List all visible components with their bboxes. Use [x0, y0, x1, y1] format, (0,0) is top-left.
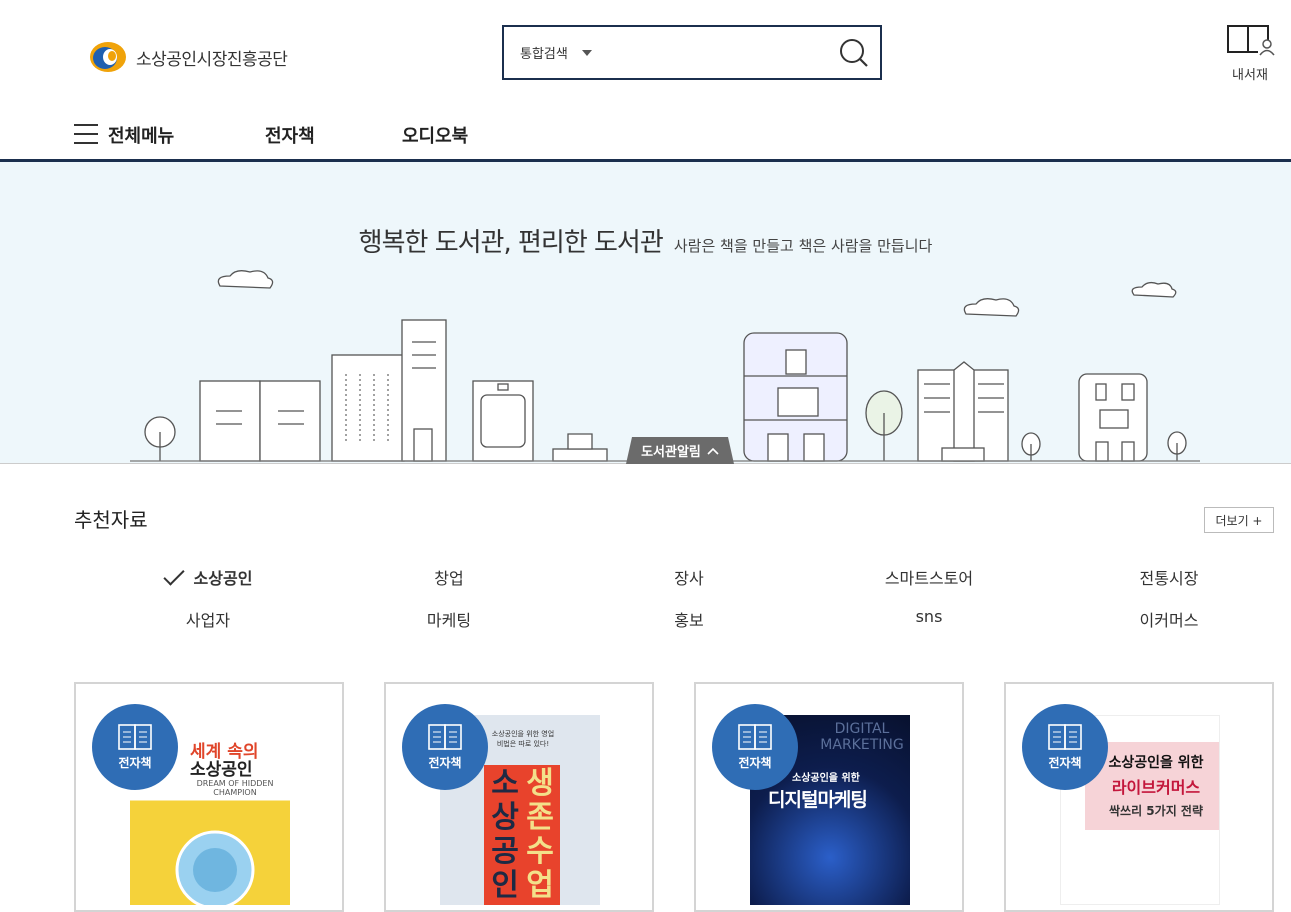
- book-icon: [118, 723, 152, 750]
- cover-subtitle: 싹쓰리 5가지 전략: [1109, 804, 1203, 818]
- logo-text: 소상공인시장진흥공단: [136, 49, 288, 70]
- check-icon: [162, 564, 185, 586]
- book-card[interactable]: 소상공인을 위한 영업 비법은 따로 있다! 생존수업 소상공인 전자책: [384, 682, 654, 912]
- category-tab[interactable]: 창업: [369, 565, 529, 589]
- notice-tab-label: 도서관알림: [641, 445, 701, 460]
- search-icon: [840, 38, 868, 67]
- category-tab[interactable]: 소상공인: [128, 564, 288, 589]
- search-input[interactable]: [596, 27, 828, 78]
- cover-subtitle: DIGITAL MARKETING: [820, 721, 904, 753]
- library-notice-tab[interactable]: 도서관알림: [626, 437, 734, 464]
- search-scope-select[interactable]: 통합검색: [504, 43, 596, 62]
- ebook-badge: 전자책: [92, 704, 178, 790]
- category-tab[interactable]: 마케팅: [369, 607, 529, 631]
- cover-title-2: 라이브커머스: [1111, 778, 1201, 797]
- cover-title-2: 소상공인을 위한: [792, 773, 860, 784]
- book-card[interactable]: DIGITAL MARKETING 소상공인을 위한 디지털마케팅 전자책: [694, 682, 964, 912]
- category-tab[interactable]: sns: [849, 607, 1009, 626]
- chevron-up-icon: [707, 447, 719, 455]
- logo[interactable]: 소상공인시장진흥공단: [88, 40, 288, 74]
- book-card[interactable]: 소상공인을 위한 라이브커머스 싹쓰리 5가지 전략 전자책: [1004, 682, 1274, 912]
- cover-title-1: 디지털마케팅: [768, 789, 868, 811]
- book-icon: [738, 723, 772, 750]
- search-bar: 통합검색: [502, 25, 882, 80]
- logo-emblem-icon: [90, 42, 126, 72]
- cover-subtitle: 소상공인을 위한 영업 비법은 따로 있다!: [491, 730, 555, 748]
- category-tab[interactable]: 전통시장: [1089, 565, 1249, 589]
- book-user-icon: [1227, 25, 1275, 56]
- my-library-label: 내서재: [1232, 68, 1268, 83]
- cover-title-2: 소상공인: [190, 760, 253, 780]
- category-tab[interactable]: 스마트스토어: [849, 565, 1009, 589]
- nav-item-ebook[interactable]: 전자책: [265, 122, 315, 148]
- nav-all-menu[interactable]: 전체메뉴: [108, 122, 174, 148]
- book-card[interactable]: 세계 속의 소상공인 DREAM OF HIDDEN CHAMPION 전자책: [74, 682, 344, 912]
- search-scope-label: 통합검색: [520, 47, 568, 62]
- nav-item-audiobook[interactable]: 오디오북: [402, 122, 468, 148]
- section-title: 추천자료: [74, 508, 148, 532]
- category-tab[interactable]: 이커머스: [1089, 607, 1249, 631]
- cover-title-1: 소상공인을 위한: [1108, 755, 1204, 771]
- category-tab[interactable]: 사업자: [128, 607, 288, 631]
- globe-illustration: [175, 830, 255, 905]
- header: 소상공인시장진흥공단 통합검색 내서재: [0, 0, 1291, 110]
- search-button[interactable]: [828, 27, 880, 78]
- city-illustration: [130, 270, 1200, 462]
- badge-label: 전자책: [118, 755, 152, 770]
- ebook-badge: 전자책: [402, 704, 488, 790]
- badge-label: 전자책: [738, 755, 772, 770]
- book-icon: [428, 723, 462, 750]
- badge-label: 전자책: [1048, 755, 1082, 770]
- ebook-badge: 전자책: [712, 704, 798, 790]
- category-label: 소상공인: [193, 569, 253, 588]
- my-library-button[interactable]: 내서재: [1222, 22, 1278, 83]
- cover-subtitle: DREAM OF HIDDEN CHAMPION: [196, 779, 274, 797]
- hamburger-icon[interactable]: [74, 124, 98, 144]
- badge-label: 전자책: [428, 755, 462, 770]
- category-tab[interactable]: 장사: [609, 565, 769, 589]
- book-icon: [1048, 723, 1082, 750]
- ebook-badge: 전자책: [1022, 704, 1108, 790]
- more-button[interactable]: 더보기 +: [1204, 507, 1274, 533]
- main-nav: 전체메뉴 전자책 오디오북: [0, 110, 1291, 162]
- chevron-down-icon: [581, 49, 592, 56]
- hero-banner: 행복한 도서관, 편리한 도서관 사람은 책을 만들고 책은 사람을 만듭니다: [0, 162, 1291, 464]
- category-tab[interactable]: 홍보: [609, 607, 769, 631]
